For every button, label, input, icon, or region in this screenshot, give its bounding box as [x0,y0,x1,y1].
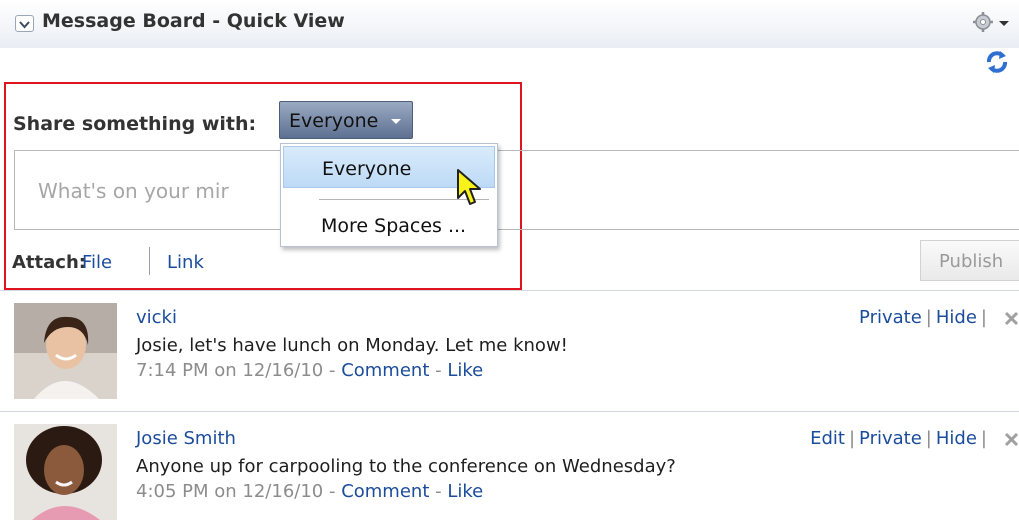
delete-icon[interactable] [1004,310,1019,326]
post-meta: 7:14 PM on 12/16/10 - Comment - Like [136,360,484,381]
menu-item-label: Everyone [322,158,412,180]
publish-button[interactable]: Publish [920,240,1019,281]
post-meta: 4:05 PM on 12/16/10 - Comment - Like [136,481,484,502]
post-author[interactable]: Josie Smith [136,428,236,449]
comment-link[interactable]: Comment [341,481,429,502]
post-timestamp: 7:14 PM on 12/16/10 [136,360,324,381]
post-divider [0,290,1019,291]
attach-link-link[interactable]: Link [167,252,204,273]
share-label: Share something with: [13,113,257,135]
audience-select-value: Everyone [289,110,379,132]
private-link[interactable]: Private [859,428,922,449]
post-actions: Edit | Private | Hide | [810,428,987,449]
panel-title: Message Board - Quick View [42,10,345,32]
comment-link[interactable]: Comment [341,360,429,381]
attach-label: Attach: [12,252,86,273]
hide-link[interactable]: Hide [936,307,977,328]
gear-icon[interactable] [972,10,1014,36]
edit-link[interactable]: Edit [810,428,845,449]
chevron-down-icon [391,119,401,124]
panel-header: Message Board - Quick View [0,0,1019,48]
post-text: Josie, let's have lunch on Monday. Let m… [136,335,568,356]
publish-button-label: Publish [939,251,1004,272]
avatar[interactable] [14,303,117,399]
post-actions: Private | Hide | [859,307,987,328]
hide-link[interactable]: Hide [936,428,977,449]
like-link[interactable]: Like [447,360,483,381]
private-link[interactable]: Private [859,307,922,328]
mouse-cursor-icon [457,169,481,205]
refresh-icon[interactable] [983,48,1011,76]
avatar[interactable] [14,424,117,520]
attach-divider [149,247,150,275]
post-author[interactable]: vicki [136,307,177,328]
audience-select[interactable]: Everyone [279,101,413,139]
attach-file-link[interactable]: File [82,252,112,273]
chevron-down-icon[interactable] [15,15,34,32]
post-timestamp: 4:05 PM on 12/16/10 [136,481,324,502]
delete-icon[interactable] [1004,431,1019,447]
post-divider [0,411,1019,412]
post-text: Anyone up for carpooling to the conferen… [136,456,676,477]
menu-item-more-spaces[interactable]: More Spaces ... [321,215,466,237]
post-placeholder: What's on your mir [38,179,229,203]
like-link[interactable]: Like [447,481,483,502]
post-textarea[interactable]: What's on your mir [14,150,1019,230]
